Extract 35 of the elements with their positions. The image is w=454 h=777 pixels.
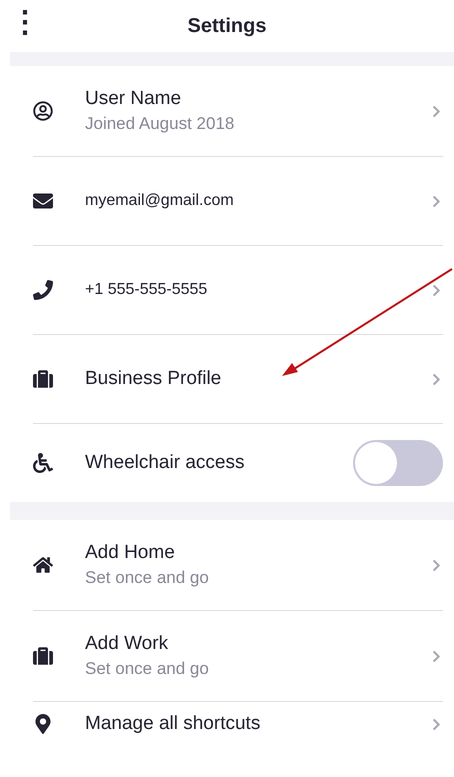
- menu-icon[interactable]: ⋮: [10, 4, 40, 42]
- suitcase-icon: [33, 646, 53, 666]
- settings-row[interactable]: Add Home Set once and go: [33, 520, 443, 611]
- settings-row[interactable]: Manage all shortcuts: [33, 702, 443, 746]
- chevron-icon: [430, 558, 443, 572]
- row-title: User Name: [85, 88, 182, 110]
- row-title: Add Home: [85, 542, 176, 564]
- settings-row[interactable]: User Name Joined August 2018: [33, 66, 443, 157]
- chevron-icon: [430, 650, 443, 662]
- row-subtitle: Joined August 2018: [85, 114, 236, 134]
- chevron-icon: [430, 104, 443, 118]
- settings-row[interactable]: +1 555-555-5555: [33, 246, 443, 335]
- row-subtitle: Set once and go: [85, 659, 210, 679]
- settings-row[interactable]: myemail@gmail.com: [33, 157, 443, 246]
- row-title: myemail@gmail.com: [85, 192, 235, 210]
- row-title: +1 555-555-5555: [85, 281, 208, 299]
- toggle-switch[interactable]: [353, 440, 443, 486]
- page-title: Settings: [188, 14, 266, 38]
- chevron-icon: [430, 194, 443, 208]
- chevron-icon: [430, 718, 443, 730]
- row-title: Wheelchair access: [85, 452, 246, 474]
- wheelchair-icon: [33, 453, 53, 473]
- suitcase-icon: [33, 369, 53, 389]
- settings-row[interactable]: Add Work Set once and go: [33, 611, 443, 702]
- envelope-icon: [33, 191, 53, 211]
- house-icon: [33, 555, 53, 575]
- map-pin-icon: [33, 714, 53, 734]
- row-title: Business Profile: [85, 368, 222, 390]
- chevron-icon: [430, 284, 443, 296]
- phone-icon: [33, 280, 53, 300]
- row-subtitle: Set once and go: [85, 568, 210, 588]
- row-title: Manage all shortcuts: [85, 713, 262, 735]
- settings-row[interactable]: Wheelchair access: [33, 424, 443, 502]
- row-title: Add Work: [85, 633, 170, 655]
- chevron-icon: [430, 372, 443, 386]
